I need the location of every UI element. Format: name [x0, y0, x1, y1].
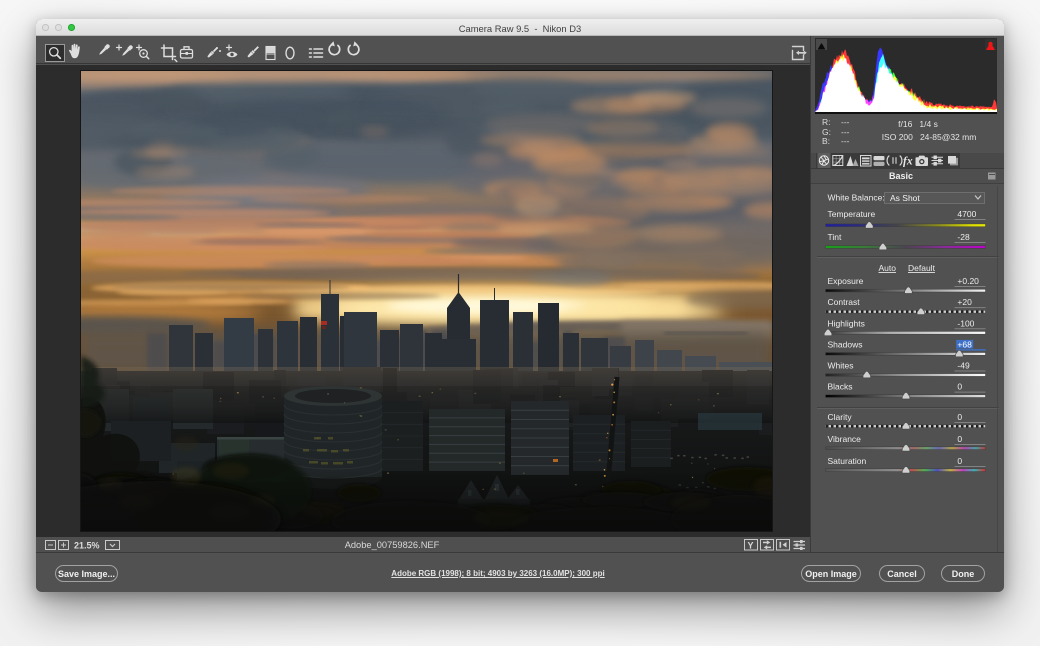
svg-text:Temperature: Temperature	[828, 209, 876, 219]
svg-text:21.5%: 21.5%	[74, 541, 100, 551]
svg-text:Default: Default	[908, 263, 936, 273]
svg-text:0: 0	[957, 456, 962, 466]
svg-text:Y: Y	[747, 541, 753, 551]
svg-text:Clarity: Clarity	[828, 412, 853, 422]
svg-text:Whites: Whites	[828, 361, 854, 371]
svg-text:Contrast: Contrast	[828, 297, 861, 307]
svg-text:+0.20: +0.20	[957, 276, 979, 286]
svg-text:0: 0	[957, 382, 962, 392]
svg-text:Adobe_00759826.NEF: Adobe_00759826.NEF	[345, 540, 440, 550]
svg-text:+20: +20	[957, 297, 972, 307]
svg-text:Basic: Basic	[889, 171, 913, 181]
svg-text:-100: -100	[957, 318, 974, 328]
svg-text:Auto: Auto	[879, 263, 897, 273]
svg-text:-49: -49	[957, 361, 970, 371]
svg-text:Tint: Tint	[828, 232, 842, 242]
svg-text:0: 0	[957, 412, 962, 422]
svg-text:Shadows: Shadows	[828, 339, 863, 349]
svg-text:White Balance:: White Balance:	[828, 193, 885, 203]
svg-text:As Shot: As Shot	[890, 193, 920, 203]
svg-text:Vibrance: Vibrance	[828, 434, 862, 444]
svg-text:0: 0	[957, 434, 962, 444]
svg-text:Highlights: Highlights	[828, 318, 865, 328]
svg-text:Exposure: Exposure	[828, 276, 864, 286]
svg-text:-28: -28	[957, 232, 970, 242]
svg-text:4700: 4700	[957, 209, 976, 219]
svg-text:Saturation: Saturation	[828, 456, 867, 466]
svg-text:+68: +68	[957, 339, 972, 349]
svg-text:Blacks: Blacks	[828, 382, 853, 392]
